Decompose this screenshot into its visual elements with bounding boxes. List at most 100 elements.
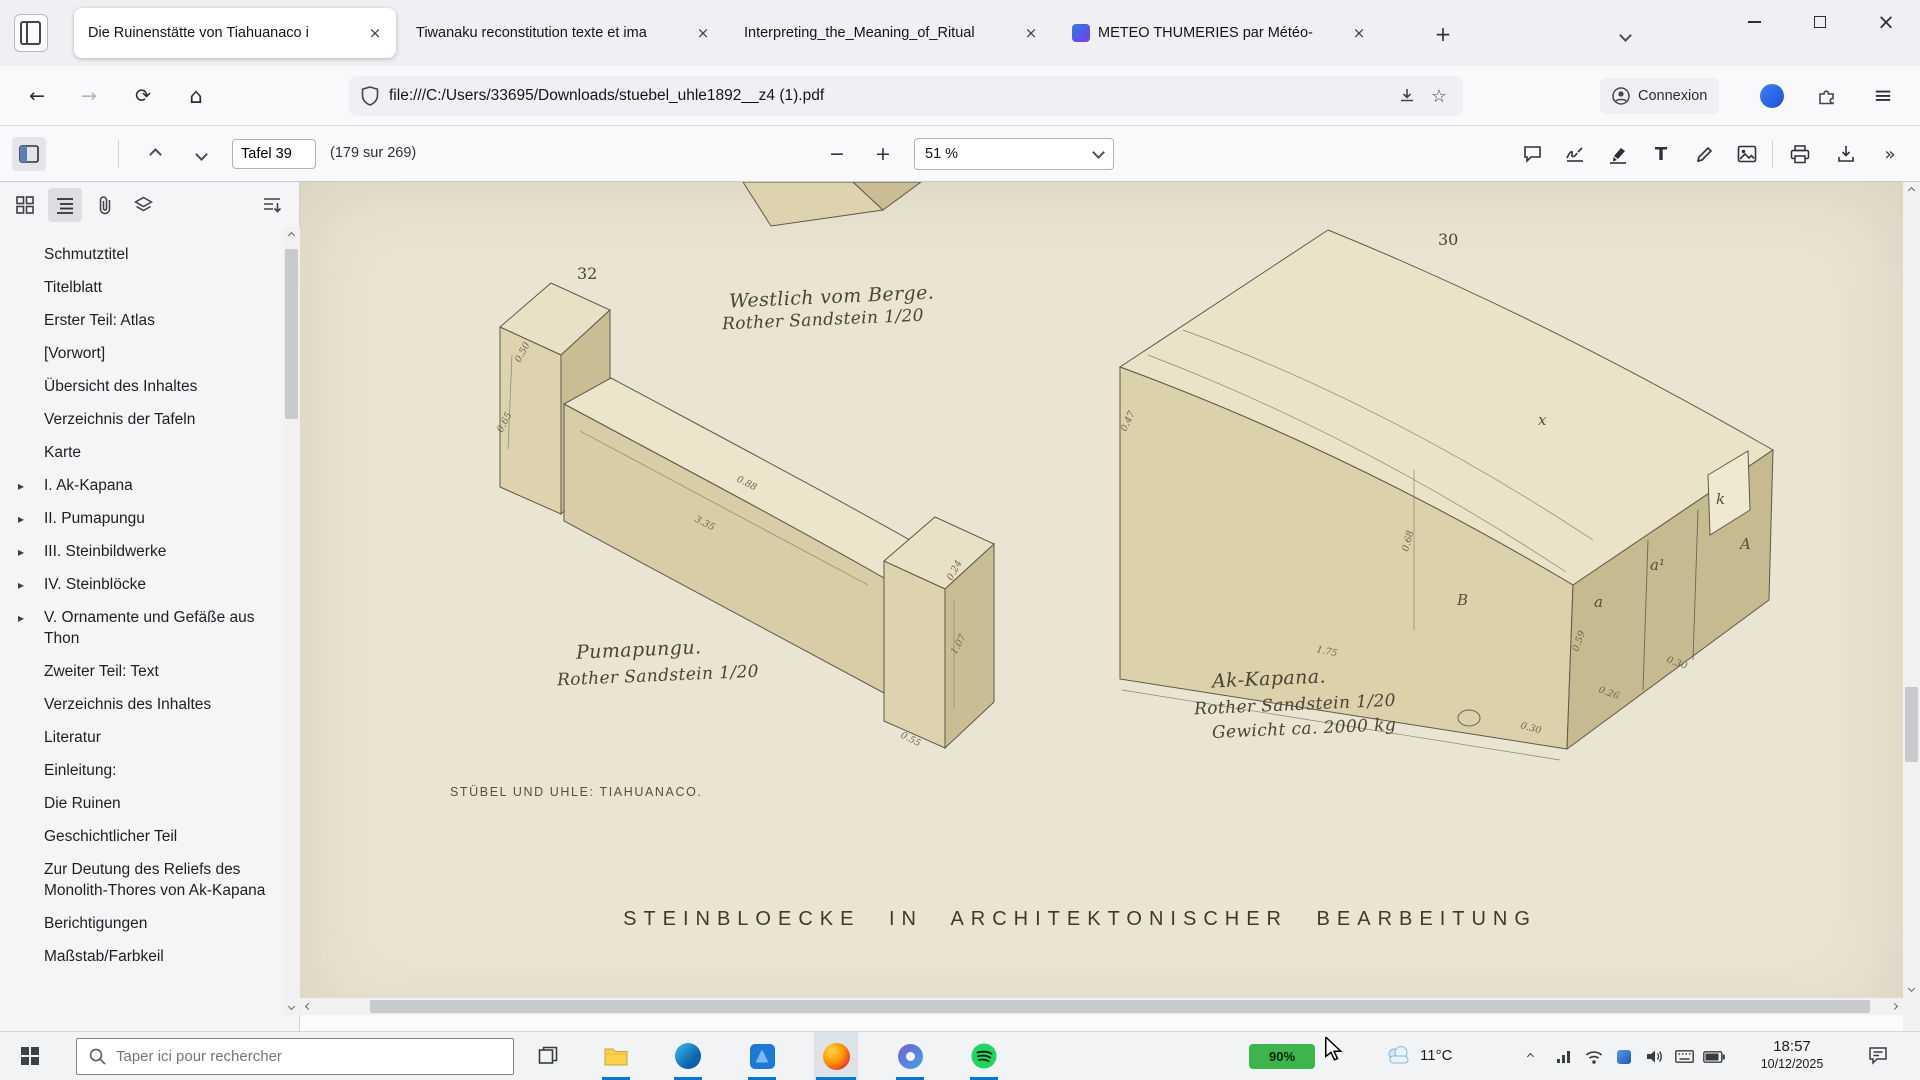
zoom-out-button[interactable]: − [820,137,854,171]
tab-interpreting[interactable]: Interpreting_the_Meaning_of_Ritual × [730,8,1052,58]
downloads-icon[interactable] [1391,81,1423,111]
firefox-button[interactable] [814,1032,858,1080]
battery-widget[interactable]: 90% [1249,1044,1315,1069]
forward-button[interactable]: → [71,78,107,114]
vertical-scrollbar[interactable] [1903,182,1920,1031]
firefox-view-button[interactable] [14,14,48,52]
scroll-down-arrow[interactable] [1903,980,1920,997]
outline-item[interactable]: [Vorwort] [0,337,283,370]
outline-item[interactable]: Die Ruinen [0,787,283,820]
tab-tiwanaku[interactable]: Tiwanaku reconstitution texte et ima × [402,8,724,58]
next-page-button[interactable] [184,137,218,171]
file-explorer-button[interactable] [594,1032,638,1080]
scroll-up-arrow[interactable] [1903,182,1920,199]
clock[interactable]: 18:57 10/12/2025 [1738,1038,1846,1071]
touch-keyboard-icon[interactable] [1672,1046,1696,1067]
task-view-button[interactable] [526,1032,570,1080]
url-text[interactable]: file:///C:/Users/33695/Downloads/stuebel… [389,87,1391,105]
outline-item[interactable]: Zweiter Teil: Text [0,655,283,688]
volume-icon[interactable] [1642,1046,1666,1067]
taskbar-search-box[interactable] [76,1038,514,1075]
outline-item[interactable]: Literatur [0,721,283,754]
tray-app-icon[interactable] [1612,1046,1636,1067]
battery-icon[interactable] [1702,1046,1726,1067]
weather-icon[interactable] [1386,1045,1412,1070]
tab-meteo[interactable]: METEO THUMERIES par Météo- × [1058,8,1380,58]
expand-arrow-icon[interactable]: ▸ [18,476,24,497]
outline-item[interactable]: ▸I. Ak-Kapana [0,469,283,502]
hidden-icons-chevron[interactable] [1518,1046,1542,1067]
wifi-icon[interactable] [1582,1046,1606,1067]
action-center-button[interactable] [1866,1045,1890,1066]
new-tab-button[interactable]: + [1426,18,1460,50]
scroll-left-arrow[interactable] [300,998,317,1015]
print-button[interactable] [1783,137,1817,171]
signature-tool-button[interactable] [1558,137,1592,171]
sidebar-scrollbar[interactable] [283,227,300,1015]
tab-close-icon[interactable]: × [364,22,386,44]
search-input[interactable] [116,1048,501,1065]
vertical-scrollbar-thumb[interactable] [1905,687,1918,762]
add-image-tool-button[interactable] [1730,137,1764,171]
layers-view-button[interactable] [126,188,160,222]
outline-item[interactable]: ▸II. Pumapungu [0,502,283,535]
menu-button[interactable]: ≡ [1865,78,1901,114]
tab-close-icon[interactable]: × [1020,22,1042,44]
outline-item[interactable]: Karte [0,436,283,469]
sidebar-scrollbar-thumb[interactable] [285,249,298,419]
reload-button[interactable]: ⟳ [125,78,161,114]
spotify-button[interactable] [962,1032,1006,1080]
zoom-select[interactable]: 51 % [914,138,1114,170]
outline-item[interactable]: Geschichtlicher Teil [0,820,283,853]
page-number-input[interactable] [232,139,316,169]
highlight-tool-button[interactable] [1601,137,1635,171]
outline-item[interactable]: Berichtigungen [0,907,283,940]
horizontal-scrollbar-thumb[interactable] [370,1000,1870,1013]
tab-die-ruinenstaette[interactable]: Die Ruinenstätte von Tiahuanaco i × [74,8,396,58]
outline-item[interactable]: Einleitung: [0,754,283,787]
shield-icon[interactable] [361,86,379,106]
pdf-page[interactable]: 0.50 0.65 3.35 0.88 0.24 1.07 0.55 [300,182,1903,1031]
expand-arrow-icon[interactable]: ▸ [18,608,24,629]
tab-list-chevron[interactable] [1608,22,1642,48]
close-button[interactable]: × [1854,0,1918,44]
expand-arrow-icon[interactable]: ▸ [18,509,24,530]
thumbnails-view-button[interactable] [8,188,42,222]
draw-tool-button[interactable] [1687,137,1721,171]
photos-app-button[interactable] [740,1032,784,1080]
outline-item[interactable]: Erster Teil: Atlas [0,304,283,337]
outline-item[interactable]: Verzeichnis der Tafeln [0,403,283,436]
maximize-button[interactable] [1788,0,1852,44]
toggle-sidebar-button[interactable] [12,137,46,171]
expand-arrow-icon[interactable]: ▸ [18,575,24,596]
extensions-button[interactable] [1809,78,1845,114]
outline-view-button[interactable] [48,188,82,222]
outline-item[interactable]: ▸V. Ornamente und Gefäße aus Thon [0,601,283,655]
edge-browser-button[interactable] [666,1032,710,1080]
minimize-button[interactable] [1722,0,1786,44]
outline-item[interactable]: Schmutztitel [0,238,283,271]
outline-item[interactable]: Maßstab/Farbkeil [0,940,283,973]
bookmark-star-icon[interactable]: ☆ [1423,81,1455,111]
expand-arrow-icon[interactable]: ▸ [18,542,24,563]
start-button[interactable] [0,1032,60,1080]
outline-item[interactable]: Titelblatt [0,271,283,304]
temperature-label[interactable]: 11°C [1420,1047,1452,1064]
outline-item[interactable]: ▸III. Steinbildwerke [0,535,283,568]
tab-close-icon[interactable]: × [1348,22,1370,44]
outline-item[interactable]: ▸IV. Steinblöcke [0,568,283,601]
previous-page-button[interactable] [138,137,172,171]
network-icon[interactable] [1552,1046,1576,1067]
attachments-view-button[interactable] [88,188,122,222]
zoom-in-button[interactable]: + [866,137,900,171]
back-button[interactable]: ← [19,78,55,114]
outline-item[interactable]: Zur Deutung des Reliefs des Monolith-Tho… [0,853,283,907]
outline-item[interactable]: Übersicht des Inhaltes [0,370,283,403]
current-outline-item-button[interactable] [255,188,289,222]
outline-item[interactable]: Verzeichnis des Inhaltes [0,688,283,721]
account-button[interactable]: Connexion [1600,78,1719,114]
freetext-tool-button[interactable]: T [1644,137,1678,171]
home-button[interactable]: ⌂ [178,78,214,114]
scroll-up-arrow[interactable] [283,227,300,244]
tab-close-icon[interactable]: × [692,22,714,44]
